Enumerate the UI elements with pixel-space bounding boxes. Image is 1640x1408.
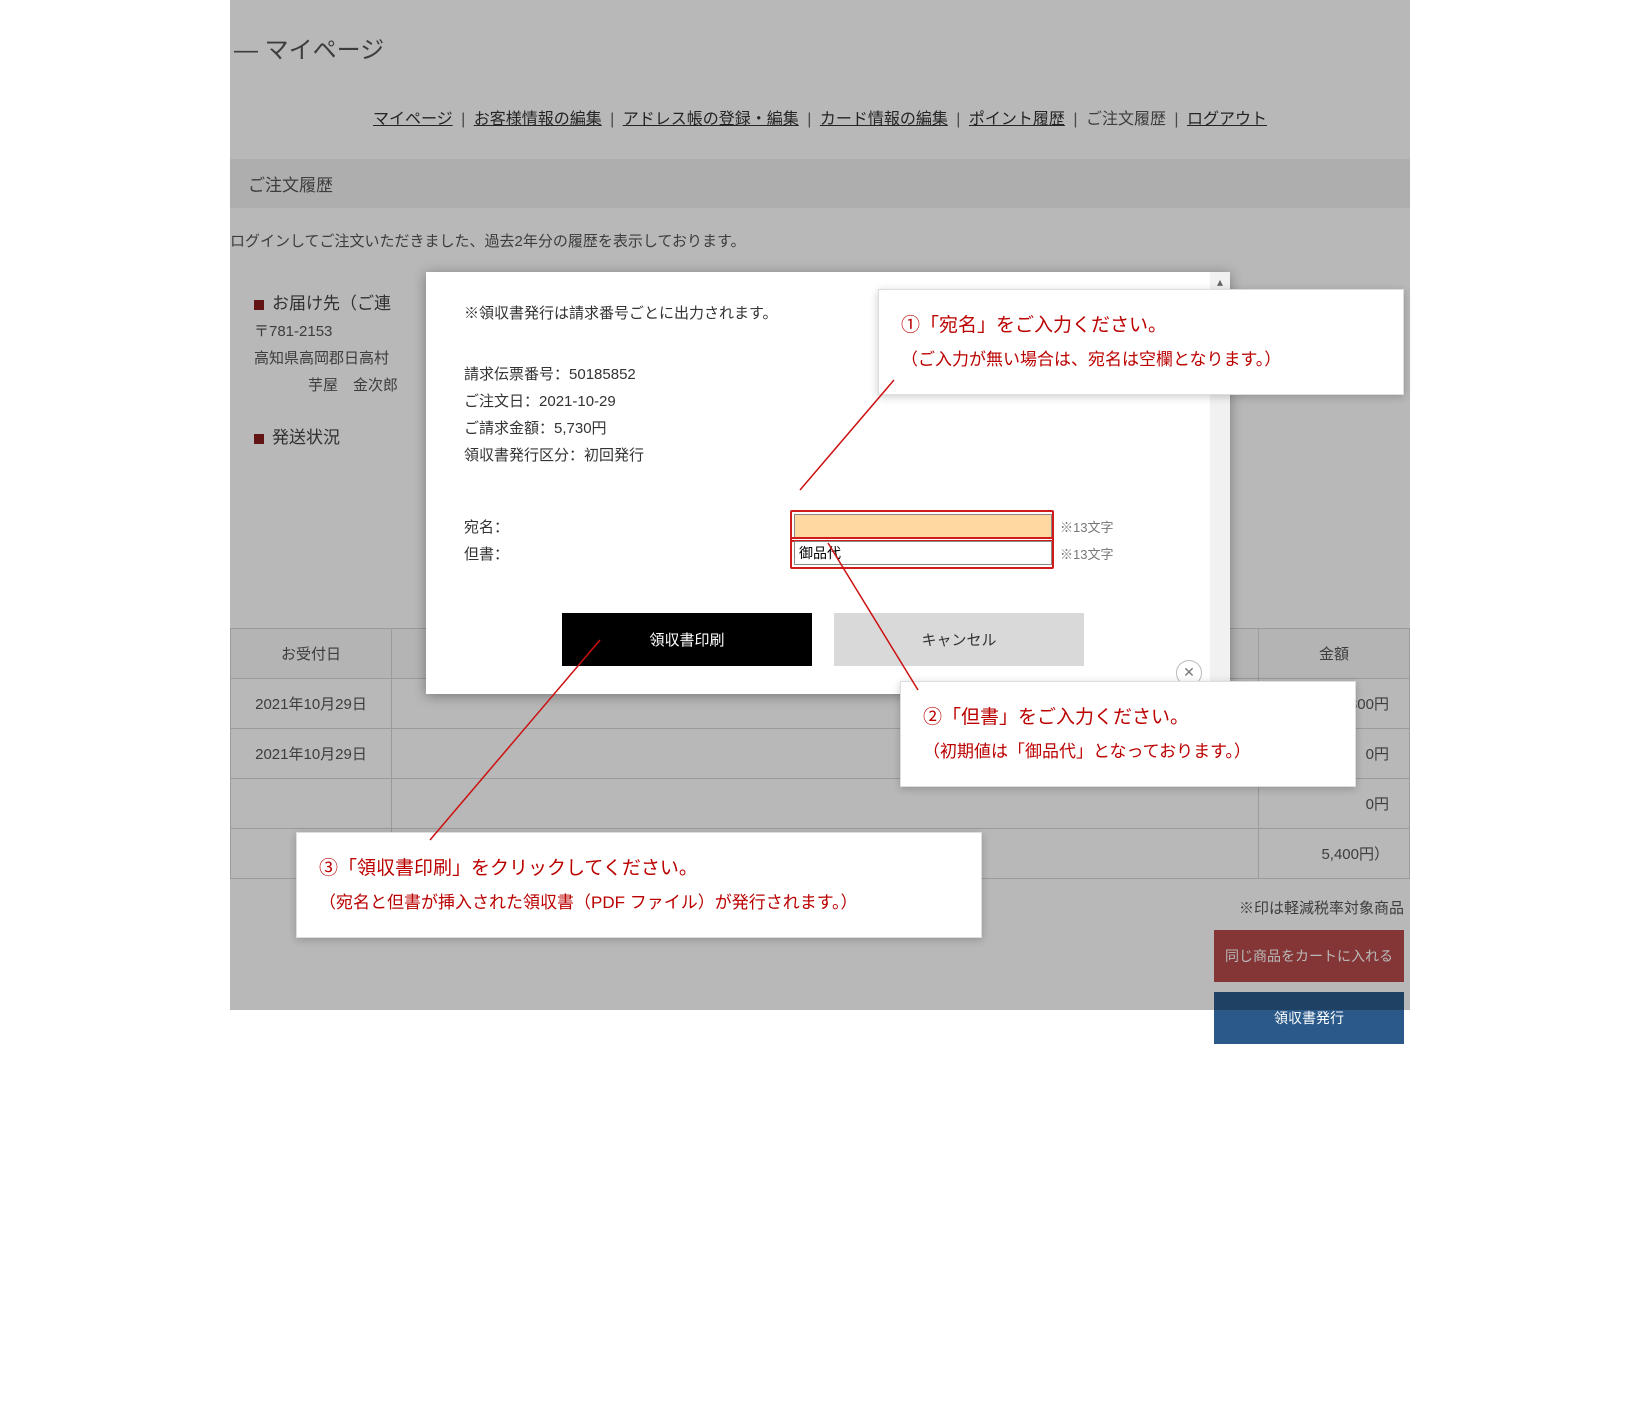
callout-3-line1: ③「領収書印刷」をクリックしてください。: [319, 851, 959, 887]
callout-3: ③「領収書印刷」をクリックしてください。 （宛名と但書が挿入された領収書（PDF…: [296, 832, 982, 938]
invoice-no: 50185852: [569, 366, 636, 383]
name-input[interactable]: [794, 514, 1052, 538]
memo-label: 但書：: [464, 543, 794, 564]
callout-3-line2: （宛名と但書が挿入された領収書（PDF ファイル）が発行されます。）: [319, 887, 959, 919]
callout-1-line1: ①「宛名」をご入力ください。: [901, 308, 1381, 344]
amount: 5,730円: [554, 420, 607, 437]
order-date-label: ご注文日：: [464, 393, 539, 410]
issue-type: 初回発行: [584, 447, 644, 464]
char-limit: ※13文字: [1060, 517, 1113, 536]
callout-1: ①「宛名」をご入力ください。 （ご入力が無い場合は、宛名は空欄となります。）: [878, 289, 1404, 395]
print-receipt-button[interactable]: 領収書印刷: [562, 613, 812, 666]
char-limit: ※13文字: [1060, 544, 1113, 563]
order-date: 2021-10-29: [539, 393, 616, 410]
invoice-no-label: 請求伝票番号：: [464, 366, 569, 383]
memo-input[interactable]: [794, 541, 1052, 565]
callout-2: ②「但書」をご入力ください。 （初期値は「御品代」となっております。）: [900, 681, 1356, 787]
callout-2-line1: ②「但書」をご入力ください。: [923, 700, 1333, 736]
issue-type-label: 領収書発行区分：: [464, 447, 584, 464]
page-root: — マイページ マイページ | お客様情報の編集 | アドレス帳の登録・編集 |…: [230, 0, 1410, 1010]
name-label: 宛名：: [464, 516, 794, 537]
cancel-button[interactable]: キャンセル: [834, 613, 1084, 666]
amount-label: ご請求金額：: [464, 420, 554, 437]
callout-1-line2: （ご入力が無い場合は、宛名は空欄となります。）: [901, 344, 1381, 376]
callout-2-line2: （初期値は「御品代」となっております。）: [923, 736, 1333, 768]
